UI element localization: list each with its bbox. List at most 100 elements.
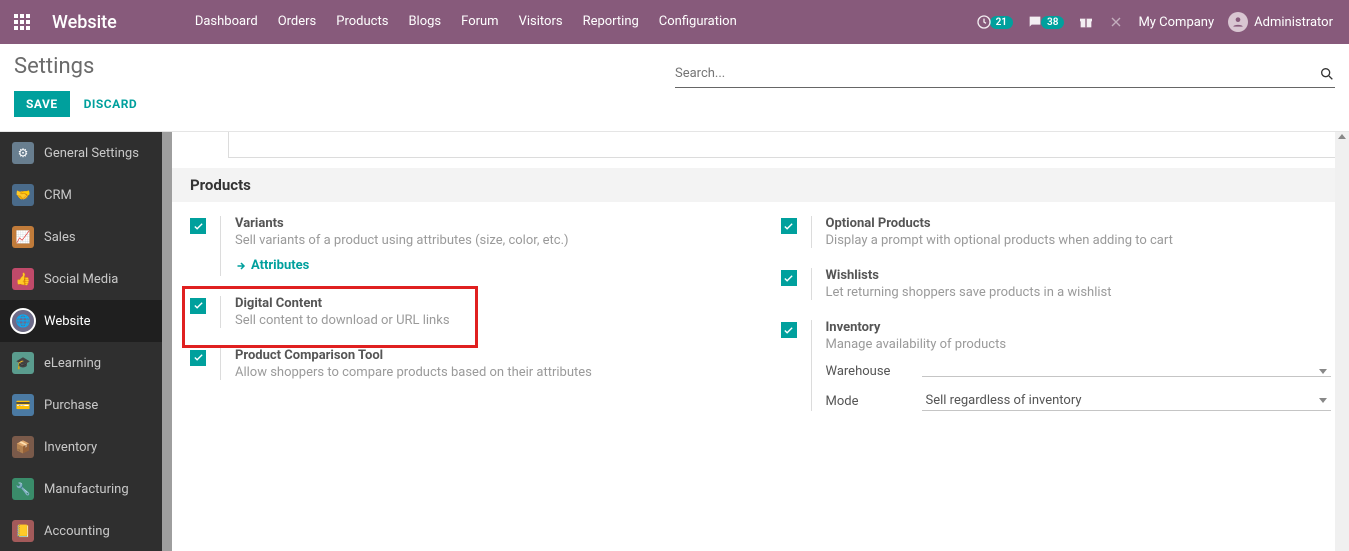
checkbox-wishlists[interactable] <box>781 270 797 286</box>
setting-title: Product Comparison Tool <box>235 348 741 363</box>
discard-button[interactable]: DISCARD <box>80 91 142 117</box>
chart-icon: 📈 <box>12 226 34 248</box>
chevron-down-icon <box>1319 398 1327 403</box>
page-title: Settings <box>14 54 141 79</box>
sidebar-item-label: General Settings <box>44 146 139 161</box>
checkbox-variants[interactable] <box>190 218 206 234</box>
topbar-left: Website Dashboard Orders Products Blogs … <box>0 0 747 44</box>
menu-dashboard[interactable]: Dashboard <box>185 0 268 44</box>
menu-blogs[interactable]: Blogs <box>398 0 451 44</box>
sidebar-item-label: Social Media <box>44 272 118 287</box>
handshake-icon: 🤝 <box>12 184 34 206</box>
content: Products Variants Sell variants of a pro… <box>172 132 1349 551</box>
sidebar-item-sales[interactable]: 📈Sales <box>0 216 172 258</box>
chat-icon <box>1027 14 1043 30</box>
sidebar-item-label: Accounting <box>44 524 110 539</box>
avatar-icon <box>1228 12 1248 32</box>
clock-indicator[interactable]: 21 <box>976 14 1013 30</box>
link-attributes[interactable]: Attributes <box>235 258 309 273</box>
card-icon: 💳 <box>12 394 34 416</box>
menu-configuration[interactable]: Configuration <box>649 0 747 44</box>
setting-digital-content: Digital Content Sell content to download… <box>190 296 741 328</box>
setting-wishlists: Wishlists Let returning shoppers save pr… <box>781 268 1332 300</box>
menu-visitors[interactable]: Visitors <box>509 0 573 44</box>
menu-orders[interactable]: Orders <box>268 0 327 44</box>
menu-reporting[interactable]: Reporting <box>573 0 649 44</box>
content-scrollbar[interactable] <box>1335 132 1349 551</box>
setting-title: Wishlists <box>826 268 1332 283</box>
search-icon[interactable] <box>1319 66 1335 82</box>
mode-select[interactable]: Sell regardless of inventory <box>922 391 1332 411</box>
setting-desc: Manage availability of products <box>826 337 1332 352</box>
clock-icon <box>976 14 992 30</box>
cp-left: Settings SAVE DISCARD <box>14 54 141 117</box>
warehouse-select[interactable] <box>922 367 1332 377</box>
sidebar-item-crm[interactable]: 🤝 CRM <box>0 174 172 216</box>
sidebar-scrollbar[interactable] <box>162 132 172 551</box>
sidebar-item-manufacturing[interactable]: 🔧 Manufacturing <box>0 468 172 510</box>
clock-badge: 21 <box>990 16 1013 29</box>
scroll-up-icon <box>1338 134 1346 139</box>
arrow-right-icon <box>235 260 247 272</box>
checkbox-comparison[interactable] <box>190 350 206 366</box>
box-icon: 📦 <box>12 436 34 458</box>
chevron-down-icon <box>1319 369 1327 374</box>
wrench-icon: 🔧 <box>12 478 34 500</box>
tabstrip <box>228 132 1349 158</box>
sidebar-item-purchase[interactable]: 💳Purchase <box>0 384 172 426</box>
setting-title: Optional Products <box>826 216 1332 231</box>
setting-variants: Variants Sell variants of a product usin… <box>190 216 741 276</box>
body: ⚙ General Settings 🤝 CRM 📈Sales 👍 Social Me… <box>0 132 1349 551</box>
globe-icon: 🌐 <box>12 310 34 332</box>
sidebar-item-website[interactable]: 🌐 Website <box>0 300 172 342</box>
sidebar-item-label: eLearning <box>44 356 101 371</box>
search-input[interactable] <box>675 66 1319 81</box>
sidebar-item-inventory[interactable]: 📦Inventory <box>0 426 172 468</box>
setting-title: Digital Content <box>235 296 741 311</box>
sidebar-item-accounting[interactable]: 📒 Accounting <box>0 510 172 551</box>
settings-col-left: Variants Sell variants of a product usin… <box>190 216 741 411</box>
checkbox-digital-content[interactable] <box>190 298 206 314</box>
menu-products[interactable]: Products <box>326 0 398 44</box>
checkbox-optional-products[interactable] <box>781 218 797 234</box>
setting-inventory: Inventory Manage availability of product… <box>781 320 1332 411</box>
mode-label: Mode <box>826 394 922 409</box>
ledger-icon: 📒 <box>12 520 34 542</box>
tools-icon[interactable] <box>1108 14 1124 30</box>
setting-title: Inventory <box>826 320 1332 335</box>
setting-optional-products: Optional Products Display a prompt with … <box>781 216 1332 248</box>
settings-sidebar: ⚙ General Settings 🤝 CRM 📈Sales 👍 Social Me… <box>0 132 172 551</box>
checkbox-inventory[interactable] <box>781 322 797 338</box>
sidebar-item-general[interactable]: ⚙ General Settings <box>0 132 172 174</box>
action-buttons: SAVE DISCARD <box>14 91 141 117</box>
apps-icon <box>14 14 30 30</box>
inventory-mode-row: Mode Sell regardless of inventory <box>826 391 1332 411</box>
menu-forum[interactable]: Forum <box>451 0 508 44</box>
company-name[interactable]: My Company <box>1138 15 1214 30</box>
control-panel: Settings SAVE DISCARD <box>0 44 1349 132</box>
user-menu[interactable]: Administrator <box>1228 12 1333 32</box>
setting-desc: Display a prompt with optional products … <box>826 233 1332 248</box>
thumb-icon: 👍 <box>12 268 34 290</box>
setting-desc: Let returning shoppers save products in … <box>826 285 1332 300</box>
brand-title: Website <box>44 12 137 33</box>
gear-icon: ⚙ <box>12 142 34 164</box>
section-products: Products <box>172 168 1349 202</box>
sidebar-item-label: Manufacturing <box>44 482 129 497</box>
save-button[interactable]: SAVE <box>14 91 70 117</box>
apps-launcher[interactable] <box>0 0 44 44</box>
gift-icon[interactable] <box>1078 14 1094 30</box>
setting-desc: Sell content to download or URL links <box>235 313 741 328</box>
main-menu: Dashboard Orders Products Blogs Forum Vi… <box>185 0 747 44</box>
search-box[interactable] <box>675 60 1335 88</box>
setting-title: Variants <box>235 216 741 231</box>
sidebar-item-elearning[interactable]: 🎓eLearning <box>0 342 172 384</box>
chat-indicator[interactable]: 38 <box>1027 14 1064 30</box>
setting-comparison: Product Comparison Tool Allow shoppers t… <box>190 348 741 380</box>
sidebar-item-label: CRM <box>44 188 72 203</box>
sidebar-item-label: Website <box>44 314 91 329</box>
chat-badge: 38 <box>1041 16 1064 29</box>
sidebar-item-social[interactable]: 👍 Social Media <box>0 258 172 300</box>
settings-grid: Variants Sell variants of a product usin… <box>172 208 1349 419</box>
setting-desc: Sell variants of a product using attribu… <box>235 233 741 248</box>
